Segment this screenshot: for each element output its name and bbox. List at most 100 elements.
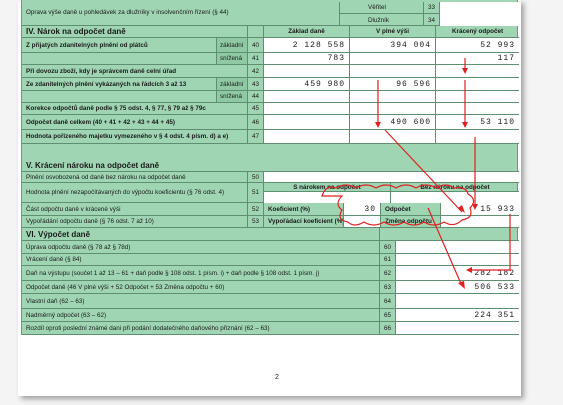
row-42-num: 42 bbox=[248, 65, 264, 77]
section-v-title: V. Krácení nároku na odpočet daně bbox=[26, 161, 160, 170]
row-61-field[interactable] bbox=[396, 254, 519, 265]
insolvency-label: Oprava výše daně u pohledávek za dlužník… bbox=[22, 2, 340, 25]
row-64-num: 64 bbox=[380, 294, 396, 308]
row-52-label: Část odpočtu daně v krácené výši bbox=[22, 203, 248, 215]
dluznik-label: Dlužník bbox=[340, 14, 424, 26]
row-47-base-field[interactable] bbox=[264, 130, 350, 143]
row-44-rate: snížená bbox=[217, 91, 248, 102]
section-vi-title: VI. Výpočet daně bbox=[22, 228, 380, 240]
page-number: 2 bbox=[275, 374, 279, 381]
row-60-field[interactable] bbox=[396, 241, 519, 253]
row-50-num: 50 bbox=[248, 172, 264, 182]
row-60: Úprava odpočtu daně (§ 78 až § 78d) 60 bbox=[22, 241, 519, 254]
row-46-full-field[interactable]: 490 600 bbox=[350, 115, 436, 129]
row-66-label: Rozdíl oproti poslední známé dani při po… bbox=[22, 322, 380, 334]
col-base-header: Základ daně bbox=[264, 26, 350, 37]
col-reduced-header: Krácený odpočet bbox=[451, 28, 504, 35]
row-46-label: Odpočet daně celkem (40 + 41 + 42 + 43 +… bbox=[22, 115, 248, 129]
row-43-base-field[interactable]: 459 980 bbox=[264, 78, 350, 90]
row-42-full-field[interactable] bbox=[350, 65, 436, 77]
row-45: Korekce odpočtů daně podle § 75 odst. 4,… bbox=[22, 103, 519, 115]
row-65-field[interactable]: 224 351 bbox=[396, 309, 519, 321]
row-53-label: Vypořádání odpočtu daně (§ 76 odst. 7 až… bbox=[22, 216, 248, 227]
row-40-full-field[interactable]: 394 004 bbox=[350, 38, 436, 52]
row-62-num: 62 bbox=[380, 266, 396, 280]
row-41-num: 41 bbox=[248, 53, 264, 64]
row-50-field[interactable] bbox=[264, 172, 519, 182]
row-60-label: Úprava odpočtu daně (§ 78 až § 78d) bbox=[22, 241, 380, 253]
row-63-num: 63 bbox=[380, 281, 396, 293]
dluznik-field[interactable] bbox=[440, 14, 519, 26]
row-45-full-field[interactable] bbox=[350, 103, 436, 114]
row-51-label: Hodnota plnění nezapočítávaných do výpoč… bbox=[22, 183, 248, 202]
row-47-reduced-field[interactable] bbox=[436, 130, 519, 143]
row-65-label: Nadměrný odpočet (63 – 62) bbox=[22, 309, 380, 321]
row-62: Daň na výstupu (součet 1 až 13 – 61 + da… bbox=[22, 266, 519, 281]
row-43: Ze zdanitelných plnění vykázaných na řád… bbox=[22, 78, 519, 91]
row-52-num: 52 bbox=[248, 203, 264, 215]
row-63-field[interactable]: 506 533 bbox=[396, 281, 519, 293]
odpocet-label: Odpočet bbox=[381, 203, 441, 215]
row-44-full-field[interactable] bbox=[350, 91, 436, 102]
row-42-base-field[interactable] bbox=[264, 65, 350, 77]
row-42-label: Při dovozu zboží, kdy je správcem daně c… bbox=[22, 65, 248, 77]
row-62-field[interactable]: 282 182 bbox=[396, 266, 519, 280]
row-47-num: 47 bbox=[248, 130, 264, 143]
row-60-num: 60 bbox=[380, 241, 396, 253]
col-with-deduction: S nárokem na odpočet bbox=[264, 183, 391, 192]
row-41: snížená 41 783 117 bbox=[22, 53, 519, 65]
veritel-field[interactable] bbox=[440, 2, 519, 14]
row-47-full-field[interactable] bbox=[350, 130, 436, 143]
row-53-num: 53 bbox=[248, 216, 264, 227]
row-62-label: Daň na výstupu (součet 1 až 13 – 61 + da… bbox=[22, 266, 380, 280]
row-42-reduced-field[interactable] bbox=[436, 65, 519, 77]
row-43-full-field[interactable]: 96 596 bbox=[350, 78, 436, 90]
odpocet-field[interactable]: 15 933 bbox=[441, 203, 519, 215]
row-45-reduced-field[interactable] bbox=[436, 103, 519, 114]
row-63: Odpočet daně (46 V plné výši + 52 Odpoče… bbox=[22, 281, 519, 294]
row-43-label: Ze zdanitelných plnění vykázaných na řád… bbox=[22, 78, 217, 90]
row-40-label: Z přijatých zdanitelných plnění od plátc… bbox=[22, 38, 217, 52]
row-61: Vrácení daně (§ 84) 61 bbox=[22, 254, 519, 266]
row-43-num: 43 bbox=[248, 78, 264, 90]
row-51-without-field[interactable] bbox=[391, 192, 519, 203]
row-47: Hodnota pořízeného majetku vymezeného v … bbox=[22, 130, 519, 144]
row-44: snížená 44 bbox=[22, 91, 519, 103]
settlement-coef-field[interactable] bbox=[344, 216, 381, 227]
row-64-field[interactable] bbox=[396, 294, 519, 308]
row-46-base-field[interactable] bbox=[264, 115, 350, 129]
row-44-base-field[interactable] bbox=[264, 91, 350, 102]
row-41-base-field[interactable]: 783 bbox=[264, 53, 350, 64]
coefficient-field[interactable]: 30 bbox=[344, 203, 381, 215]
section-vi-header: VI. Výpočet daně bbox=[22, 228, 519, 241]
change-field[interactable] bbox=[441, 216, 519, 227]
row-66-field[interactable] bbox=[396, 322, 519, 334]
row-40-rate: základní bbox=[217, 38, 248, 52]
row-46-reduced-field[interactable]: 53 110 bbox=[436, 115, 519, 129]
row-41-full-field[interactable] bbox=[350, 53, 436, 64]
row-64-label: Vlastní daň (62 – 63) bbox=[22, 294, 380, 308]
row-66: Rozdíl oproti poslední známé dani při po… bbox=[22, 322, 519, 335]
row-65-num: 65 bbox=[380, 309, 396, 321]
row-43-rate: základní bbox=[217, 78, 248, 90]
row-44-label bbox=[22, 91, 217, 102]
row-61-label: Vrácení daně (§ 84) bbox=[22, 254, 380, 265]
row-65: Nadměrný odpočet (63 – 62) 65 224 351 bbox=[22, 309, 519, 322]
row-40-reduced-field[interactable]: 52 993 bbox=[436, 38, 519, 52]
section-iv-title: IV. Nárok na odpočet daně bbox=[22, 26, 248, 37]
row-41-reduced-field[interactable]: 117 bbox=[436, 53, 519, 64]
insolvency-row: Oprava výše daně u pohledávek za dlužník… bbox=[22, 2, 519, 26]
row-46: Odpočet daně celkem (40 + 41 + 42 + 43 +… bbox=[22, 115, 519, 130]
row-44-reduced-field[interactable] bbox=[436, 91, 519, 102]
col-full-header: V plné výši bbox=[350, 26, 436, 37]
row-64: Vlastní daň (62 – 63) 64 bbox=[22, 294, 519, 309]
row-40-base-field[interactable]: 2 128 558 bbox=[264, 38, 350, 52]
row-44-num: 44 bbox=[248, 91, 264, 102]
veritel-num: 33 bbox=[424, 2, 440, 14]
row-51-num: 51 bbox=[248, 183, 264, 202]
row-43-reduced-field[interactable] bbox=[436, 78, 519, 90]
row-51-with-field[interactable] bbox=[264, 192, 391, 203]
row-45-base-field[interactable] bbox=[264, 103, 350, 114]
row-47-label: Hodnota pořízeného majetku vymezeného v … bbox=[22, 130, 248, 143]
row-45-num: 45 bbox=[248, 103, 264, 114]
